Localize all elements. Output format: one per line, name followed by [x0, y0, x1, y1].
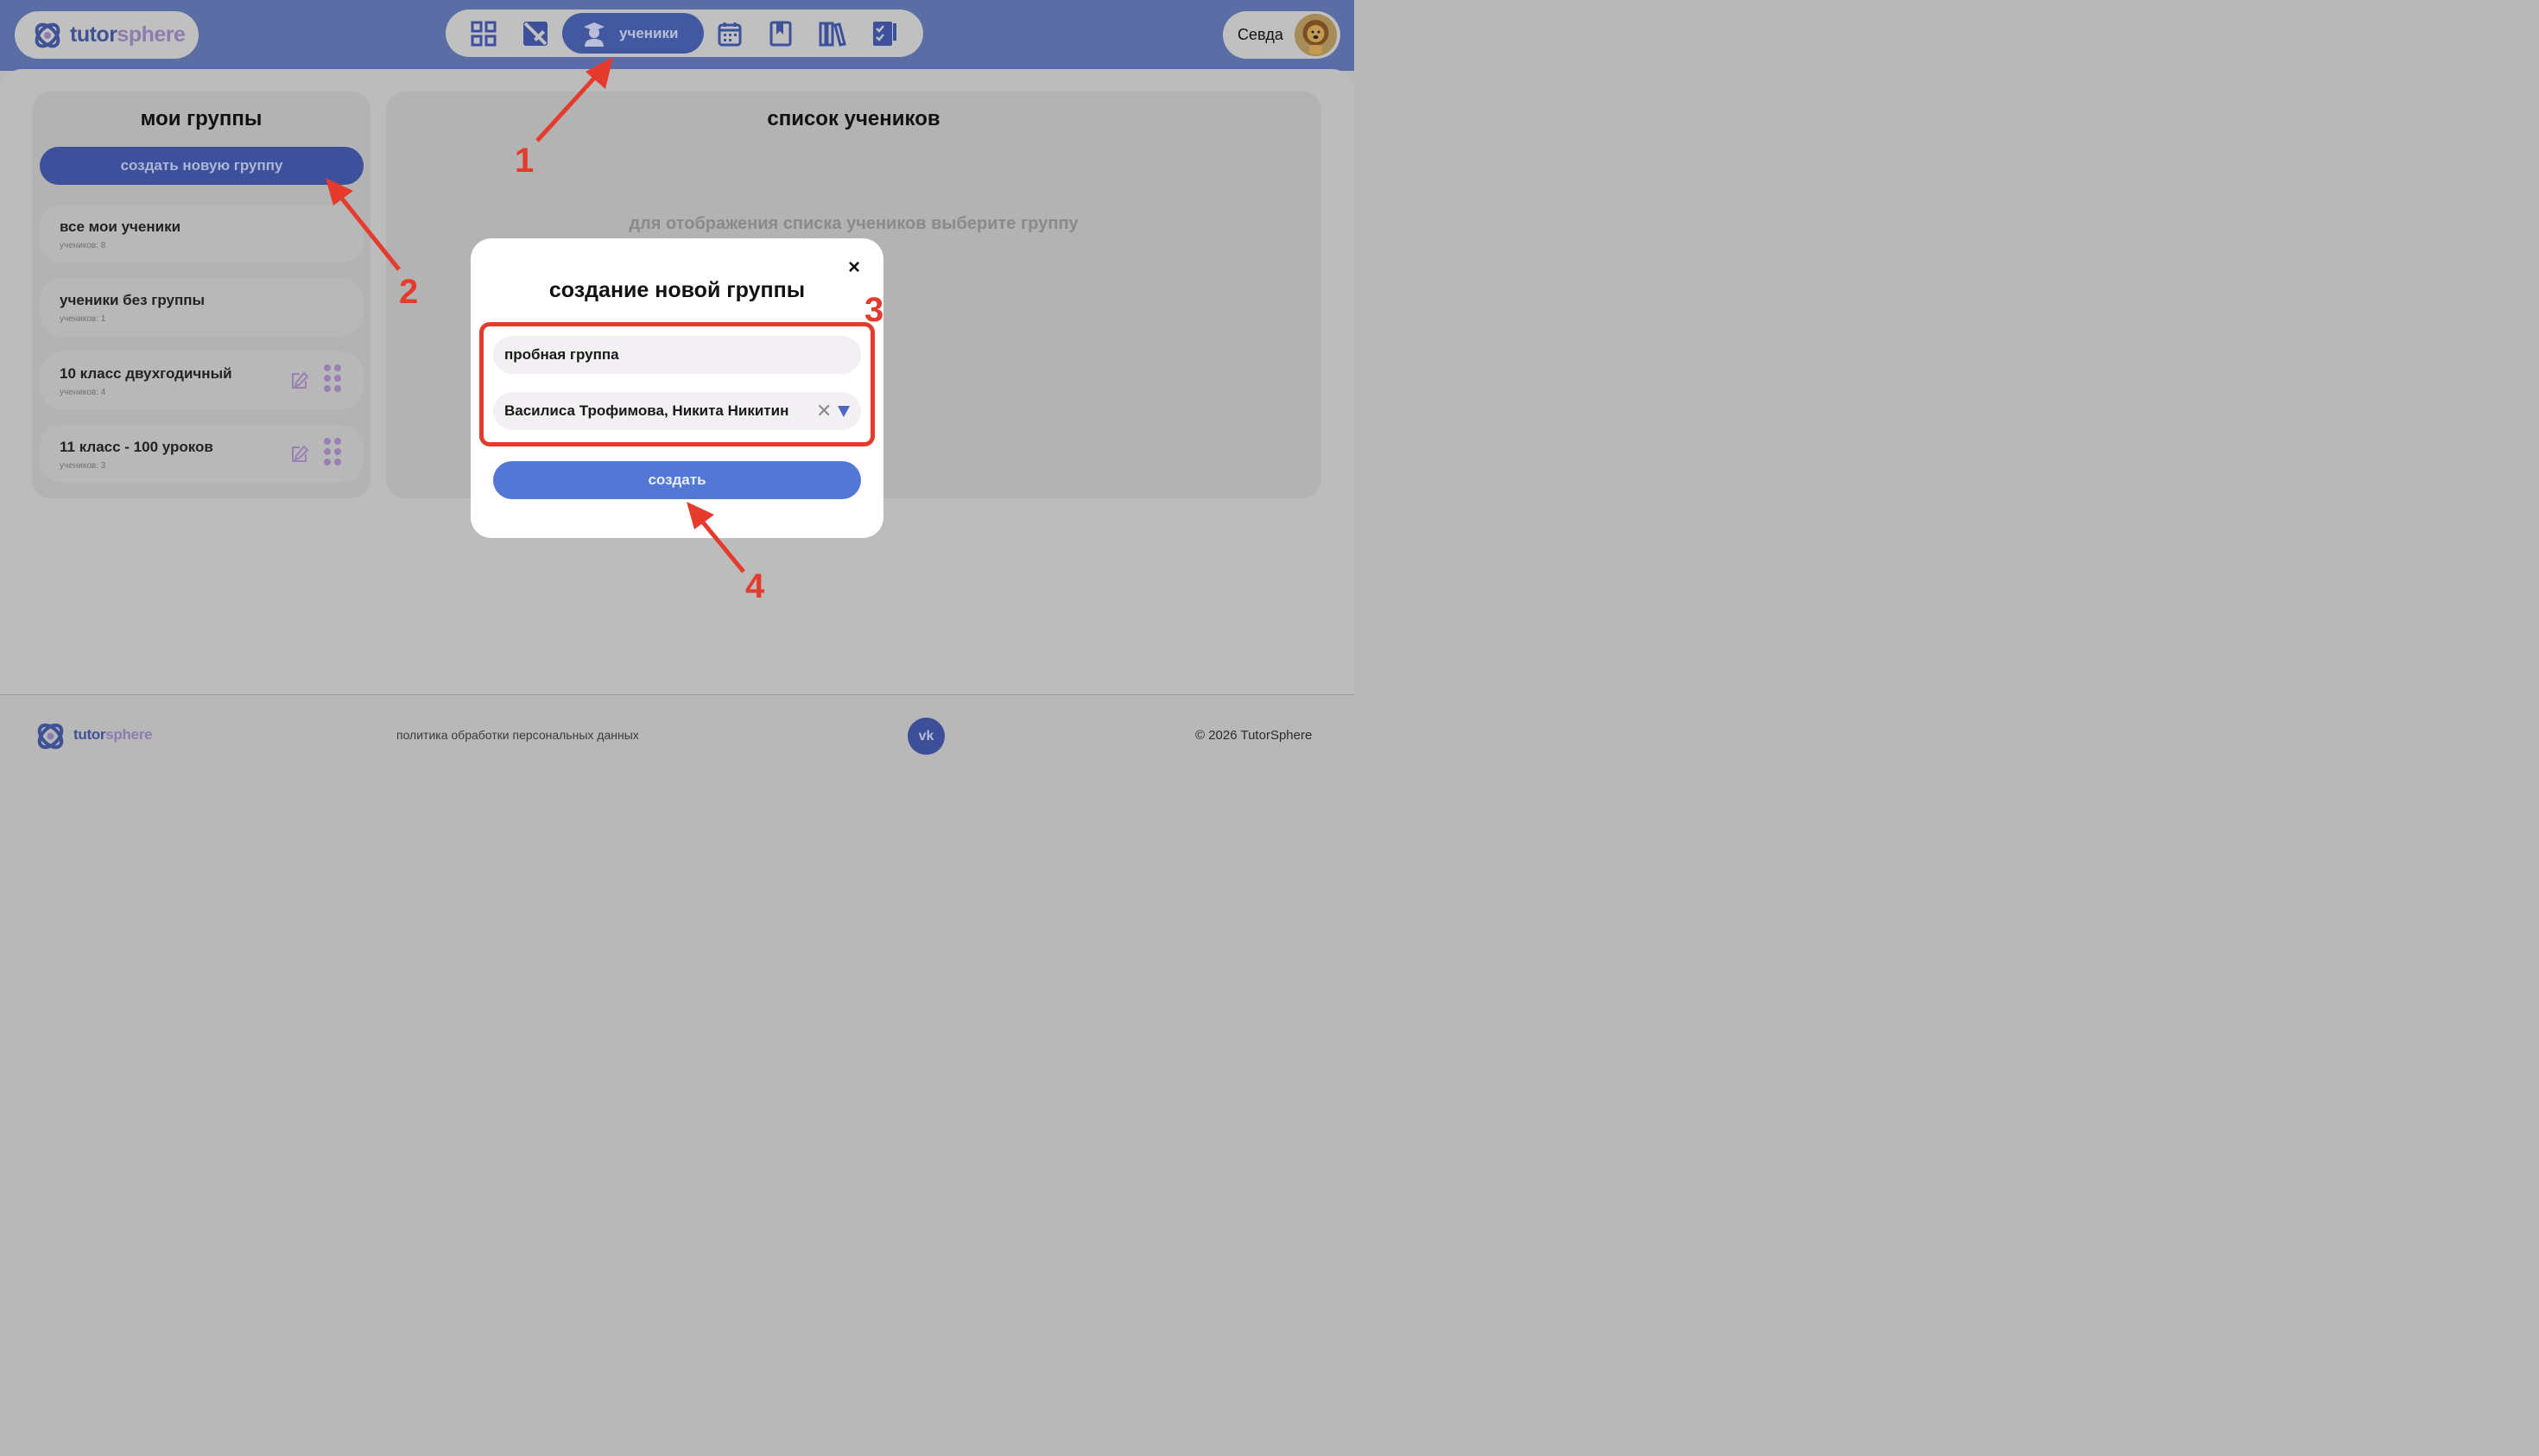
- annotation-number-2: 2: [399, 273, 419, 311]
- annotation-arrows: [326, 57, 745, 573]
- annotation-number-4: 4: [745, 567, 765, 605]
- annotation-number-3: 3: [864, 291, 884, 329]
- annotation-number-1: 1: [515, 142, 535, 180]
